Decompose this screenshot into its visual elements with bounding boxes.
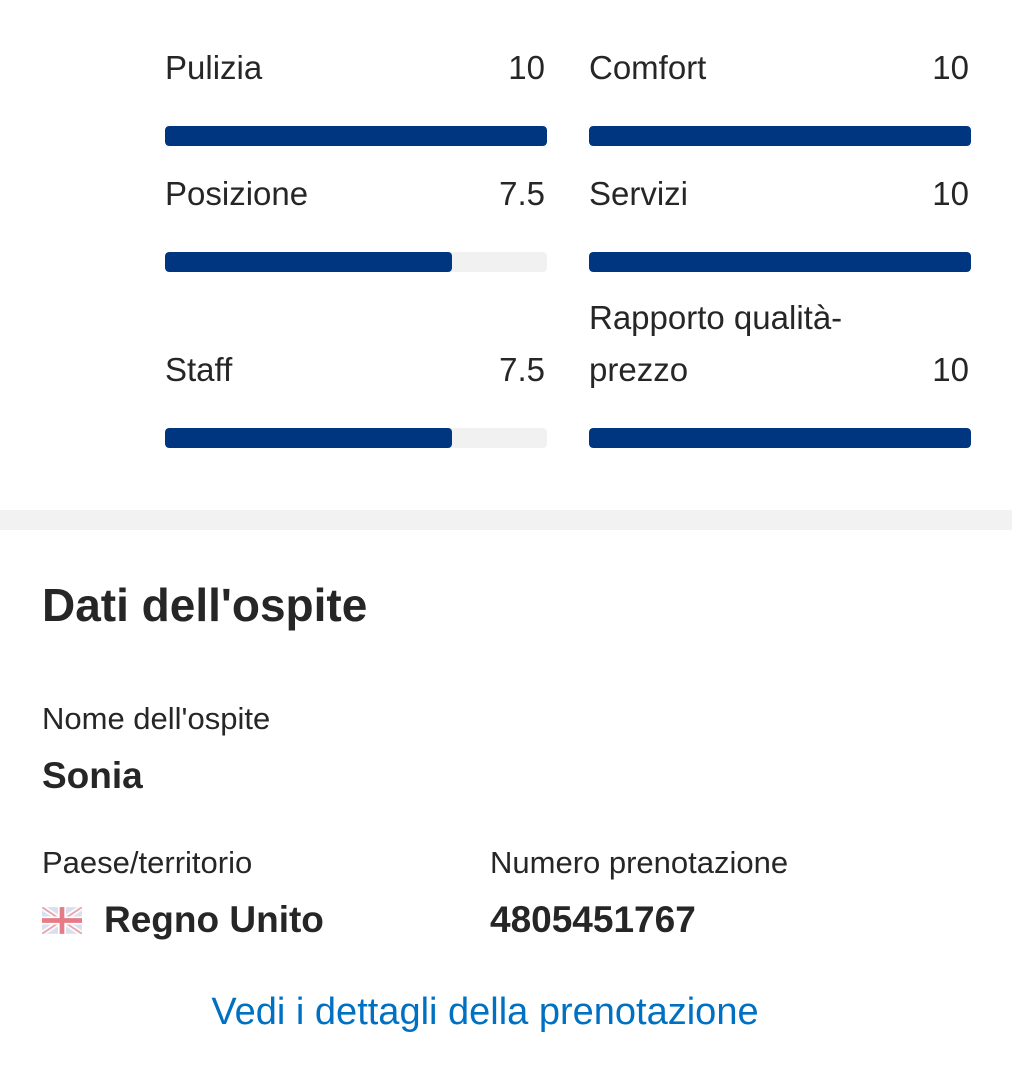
score-value: 10 [508,49,545,86]
score-rapporto-qualita-prezzo: Rapporto qualità-prezzo 10 [589,299,971,448]
score-servizi: Servizi 10 [589,175,971,272]
score-label: Servizi [589,175,689,212]
score-label: Staff [165,351,233,388]
score-bar-fill [589,126,971,146]
score-value: 7.5 [499,175,545,212]
score-comfort: Comfort 10 [589,49,971,146]
score-value: 7.5 [499,351,545,388]
booking-details-link[interactable]: Vedi i dettagli della prenotazione [0,988,970,1036]
section-divider [0,510,1012,530]
score-value: 10 [932,351,969,388]
score-bar-fill [165,126,547,146]
guest-name-value: Sonia [42,755,143,796]
score-bar [165,252,547,272]
score-bar [165,126,547,146]
score-label: Rapporto qualità-prezzo [589,299,843,388]
booking-number-label: Numero prenotazione [490,845,789,880]
score-value: 10 [932,49,969,86]
score-staff: Staff 7.5 [165,351,547,448]
country-label: Paese/territorio [42,845,253,880]
review-scores: Pulizia 10 Comfort 10 Posizione 7.5 Serv… [0,0,1012,510]
score-label: Pulizia [165,49,263,86]
uk-flag-icon [42,907,82,934]
guest-name-label: Nome dell'ospite [42,701,271,736]
score-label: Posizione [165,175,309,212]
score-bar [165,428,547,448]
score-value: 10 [932,175,969,212]
score-pulizia: Pulizia 10 [165,49,547,146]
guest-section-title: Dati dell'ospite [42,579,368,631]
score-bar [589,252,971,272]
score-bar-fill [589,428,971,448]
score-bar [589,126,971,146]
score-posizione: Posizione 7.5 [165,175,547,272]
booking-number-value: 4805451767 [490,899,696,940]
country-value: Regno Unito [104,899,324,940]
score-label: Comfort [589,49,707,86]
score-bar-fill [589,252,971,272]
score-bar-fill [165,428,452,448]
score-bar [589,428,971,448]
score-bar-fill [165,252,452,272]
